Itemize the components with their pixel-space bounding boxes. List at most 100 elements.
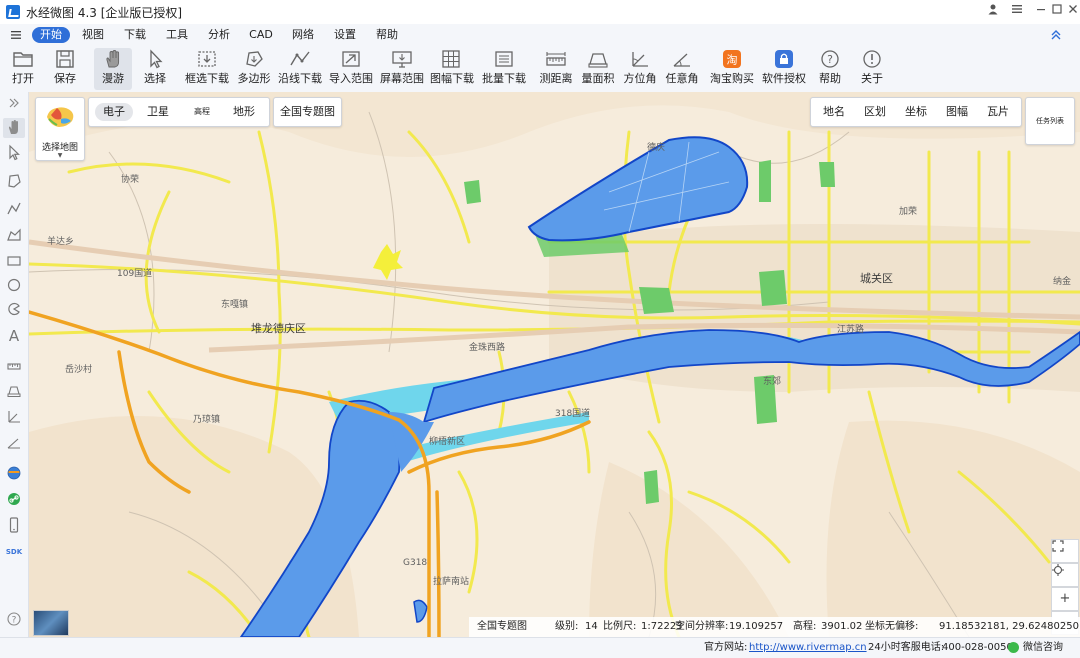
earth-thumbnail[interactable] xyxy=(33,610,69,636)
map-canvas[interactable]: 选择地图 ▼ 电子 卫星 高程 地形 全国专题图 地名 区划 坐标 图幅 瓦片 … xyxy=(29,92,1080,637)
menu-start[interactable]: 开始 xyxy=(32,27,70,43)
map-type-elevation[interactable]: 高程 xyxy=(183,103,221,121)
ruler-icon[interactable] xyxy=(3,356,25,376)
sheet-download-button[interactable]: 图幅下载 xyxy=(430,48,474,90)
svg-text:?: ? xyxy=(827,53,833,66)
map-type-satellite[interactable]: 卫星 xyxy=(139,103,177,121)
map-label: 江苏路 xyxy=(837,325,865,335)
hamburger-icon[interactable] xyxy=(10,29,22,44)
hotline-number: 400-028-0050 xyxy=(942,642,1013,653)
menu-icon[interactable] xyxy=(1006,2,1028,22)
menu-tools[interactable]: 工具 xyxy=(164,27,190,43)
status-level: 14 xyxy=(585,621,598,632)
status-resolution: 19.109257 xyxy=(729,621,784,632)
area-draw-icon[interactable] xyxy=(3,226,25,246)
app-logo-icon xyxy=(6,5,20,19)
line-download-button[interactable]: 沿线下载 xyxy=(278,48,322,90)
azimuth-icon[interactable] xyxy=(3,408,25,428)
task-list-button[interactable]: 任务列表 xyxy=(1025,97,1075,145)
license-label: 软件授权 xyxy=(762,72,806,85)
polygon-button[interactable]: 多边形 xyxy=(236,48,272,90)
layer-tiles[interactable]: 瓦片 xyxy=(979,103,1017,121)
zoom-in-button[interactable]: + xyxy=(1051,587,1079,611)
help-icon[interactable]: ? xyxy=(3,610,25,630)
import-range-button[interactable]: 导入范围 xyxy=(328,48,374,90)
sdk-icon[interactable]: SDK xyxy=(3,542,25,562)
about-button[interactable]: 关于 xyxy=(856,48,888,90)
batch-download-label: 批量下载 xyxy=(482,72,526,85)
menu-download[interactable]: 下载 xyxy=(122,27,148,43)
hand-icon[interactable] xyxy=(3,118,25,138)
pan-button[interactable]: 漫游 xyxy=(94,48,132,90)
close-icon[interactable] xyxy=(1062,2,1080,22)
pointer-icon[interactable] xyxy=(3,144,25,164)
map-label: G318 xyxy=(403,558,428,568)
taobao-buy-label: 淘宝购买 xyxy=(710,72,754,85)
screen-range-label: 屏幕范围 xyxy=(380,72,424,85)
map-label: 东郊 xyxy=(763,377,782,387)
map-type-electronic[interactable]: 电子 xyxy=(95,103,133,121)
title-bar: 水经微图 4.3 [企业版已授权] xyxy=(0,0,1080,25)
polygon-draw-icon[interactable] xyxy=(3,172,25,192)
measure-area-button[interactable]: 量面积 xyxy=(580,48,616,90)
menu-settings[interactable]: 设置 xyxy=(332,27,358,43)
azimuth-button[interactable]: 方位角 xyxy=(622,48,658,90)
locate-button[interactable] xyxy=(1051,563,1079,587)
map-label: 岳沙村 xyxy=(65,365,93,375)
fullscreen-button[interactable] xyxy=(1051,539,1079,563)
batch-download-button[interactable]: 批量下载 xyxy=(482,48,526,90)
select-button[interactable]: 选择 xyxy=(138,48,172,90)
screen-range-button[interactable]: 屏幕范围 xyxy=(380,48,424,90)
help-button[interactable]: ? 帮助 xyxy=(814,48,846,90)
circle-icon[interactable] xyxy=(3,276,25,296)
open-button[interactable]: 打开 xyxy=(6,48,40,90)
pointer-icon xyxy=(150,49,163,69)
dropdown-arrow-icon: ▼ xyxy=(57,152,63,159)
layer-place-names[interactable]: 地名 xyxy=(815,103,853,121)
measure-distance-button[interactable]: 测距离 xyxy=(538,48,574,90)
website-label: 官方网站: xyxy=(704,642,748,653)
open-label: 打开 xyxy=(12,72,34,85)
layer-districts[interactable]: 区划 xyxy=(856,103,894,121)
layer-coordinates[interactable]: 坐标 xyxy=(897,103,935,121)
polyline-icon[interactable] xyxy=(3,200,25,220)
map-label: 堆龙德庆区 xyxy=(251,322,306,335)
map-label: 德庆 xyxy=(647,143,666,153)
menu-analysis[interactable]: 分析 xyxy=(206,27,232,43)
bottom-bar: 官方网站: http://www.rivermap.cn 24小时客服电话: 4… xyxy=(0,637,1080,658)
layer-sheets[interactable]: 图幅 xyxy=(938,103,976,121)
menu-view[interactable]: 视图 xyxy=(80,27,106,43)
status-thematic: 全国专题图 xyxy=(477,621,527,632)
save-icon xyxy=(56,50,74,68)
menu-help[interactable]: 帮助 xyxy=(374,27,400,43)
link-icon[interactable] xyxy=(3,490,25,510)
website-link[interactable]: http://www.rivermap.cn xyxy=(749,638,867,658)
angle-button[interactable]: 任意角 xyxy=(664,48,700,90)
pan-label: 漫游 xyxy=(102,72,124,85)
collapse-ribbon-icon[interactable] xyxy=(1050,28,1062,45)
save-button[interactable]: 保存 xyxy=(48,48,82,90)
expand-icon[interactable] xyxy=(3,96,25,116)
rectangle-icon[interactable] xyxy=(3,252,25,272)
select-map-button[interactable]: 选择地图 ▼ xyxy=(35,97,85,161)
thematic-map-button[interactable]: 全国专题图 xyxy=(273,97,342,127)
map-type-terrain[interactable]: 地形 xyxy=(225,103,263,121)
status-elevation-label: 高程: xyxy=(793,621,817,632)
measure-area-label: 量面积 xyxy=(581,72,615,85)
batch-download-icon xyxy=(495,51,513,67)
wechat-icon xyxy=(1008,642,1019,653)
box-download-button[interactable]: 框选下载 xyxy=(184,48,230,90)
locate-icon xyxy=(1052,564,1064,576)
taobao-buy-button[interactable]: 淘 淘宝购买 xyxy=(710,48,754,90)
sector-icon[interactable] xyxy=(3,300,25,320)
license-button[interactable]: 软件授权 xyxy=(762,48,806,90)
mobile-icon[interactable] xyxy=(3,516,25,536)
menu-cad[interactable]: CAD xyxy=(248,27,274,43)
angle-icon[interactable] xyxy=(3,434,25,454)
area-measure-icon[interactable] xyxy=(3,382,25,402)
wechat-consult-link[interactable]: 微信咨询 xyxy=(1023,638,1063,658)
menu-network[interactable]: 网络 xyxy=(290,27,316,43)
text-icon[interactable]: A xyxy=(3,326,25,346)
globe-icon[interactable] xyxy=(3,464,25,484)
user-icon[interactable] xyxy=(982,2,1004,22)
